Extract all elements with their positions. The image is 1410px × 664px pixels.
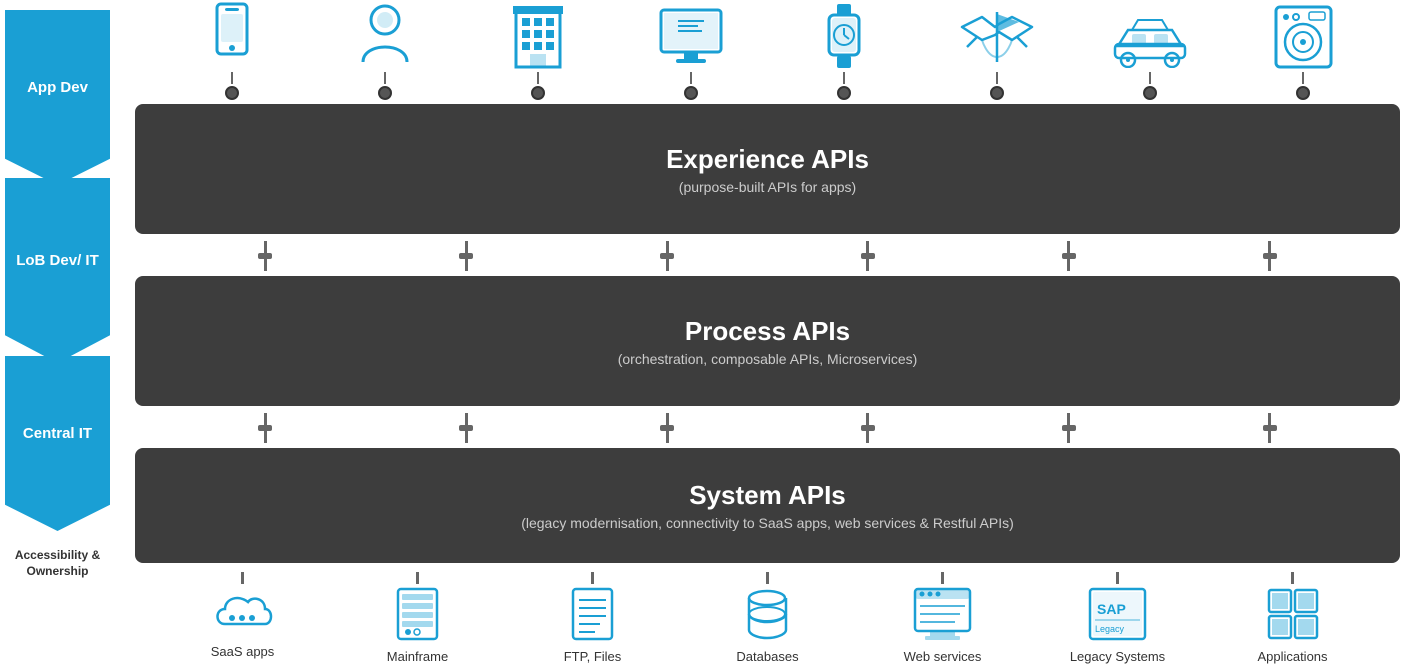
chevron-app-dev: App Dev	[5, 10, 110, 185]
car-icon	[1110, 8, 1190, 68]
car-icon-item	[1090, 8, 1210, 100]
bottom-icons-row: SaaS apps Mainframe	[155, 572, 1380, 664]
database-icon	[740, 584, 795, 644]
mobile-device-icon-item	[172, 2, 292, 100]
legacy-icon: SAP Legacy	[1085, 584, 1150, 644]
web-services-item: Web services	[883, 572, 1003, 664]
chevron-container: App Dev LoB Dev/ IT Central IT Accessibi…	[0, 0, 120, 580]
content-area: Experience APIs (purpose-built APIs for …	[130, 0, 1410, 664]
watch-icon	[819, 2, 869, 72]
applications-icon	[1263, 584, 1323, 644]
chevron-app-dev-label: App Dev	[19, 79, 96, 96]
cloud-icon	[210, 584, 275, 639]
system-apis-block: System APIs (legacy modernisation, conne…	[135, 448, 1400, 563]
connectors-mid-1	[135, 238, 1400, 274]
desktop-icon-item	[631, 2, 751, 100]
main-container: App Dev LoB Dev/ IT Central IT Accessibi…	[0, 0, 1410, 664]
mobile-icon	[207, 2, 257, 72]
mainframe-item: Mainframe	[358, 572, 478, 664]
databases-item: Databases	[708, 572, 828, 664]
washer-icon-item	[1243, 2, 1363, 100]
pin-11	[1009, 413, 1129, 443]
user-icon	[355, 2, 415, 72]
saas-apps-item: SaaS apps	[183, 572, 303, 659]
webservices-icon	[910, 584, 975, 644]
left-sidebar: App Dev LoB Dev/ IT Central IT Accessibi…	[0, 0, 130, 664]
pin-8	[406, 413, 526, 443]
chevron-central-it-label: Central IT	[15, 425, 100, 442]
bottom-section: SaaS apps Mainframe	[135, 572, 1400, 664]
ftp-label: FTP, Files	[564, 649, 622, 664]
pin-9	[607, 413, 727, 443]
databases-label: Databases	[736, 649, 798, 664]
chevron-central-it: Central IT	[5, 356, 110, 531]
experience-apis-title: Experience APIs	[666, 144, 869, 175]
process-apis-subtitle: (orchestration, composable APIs, Microse…	[618, 351, 918, 367]
pin-1	[205, 241, 325, 271]
building-icon-item	[478, 2, 598, 100]
svg-text:SAP: SAP	[1097, 601, 1126, 617]
top-icons-row	[135, 0, 1400, 100]
files-icon	[565, 584, 620, 644]
process-apis-title: Process APIs	[618, 316, 918, 347]
mainframe-icon	[390, 584, 445, 644]
chevron-lob-dev-label: LoB Dev/ IT	[8, 252, 107, 269]
pin-4	[808, 241, 928, 271]
connectors-mid-2	[135, 410, 1400, 446]
watch-icon-item	[784, 2, 904, 100]
chevron-lob-dev: LoB Dev/ IT	[5, 178, 110, 363]
pin-5	[1009, 241, 1129, 271]
pin-12	[1210, 413, 1330, 443]
ftp-files-item: FTP, Files	[533, 572, 653, 664]
applications-item: Applications	[1233, 572, 1353, 664]
accessibility-label: Accessibility & Ownership	[5, 548, 110, 579]
pin-2	[406, 241, 526, 271]
handshake-icon-item	[937, 2, 1057, 100]
legacy-label: Legacy Systems	[1070, 649, 1165, 664]
experience-apis-subtitle: (purpose-built APIs for apps)	[666, 179, 869, 195]
pin-3	[607, 241, 727, 271]
api-layers: Experience APIs (purpose-built APIs for …	[135, 100, 1400, 567]
washer-icon	[1271, 2, 1336, 72]
mainframe-label: Mainframe	[387, 649, 448, 664]
building-icon	[508, 2, 568, 72]
pin-7	[205, 413, 325, 443]
user-persona-icon-item	[325, 2, 445, 100]
system-apis-title: System APIs	[521, 480, 1014, 511]
legacy-systems-item: SAP Legacy Legacy Systems	[1058, 572, 1178, 664]
pin-6	[1210, 241, 1330, 271]
pin-10	[808, 413, 928, 443]
system-apis-subtitle: (legacy modernisation, connectivity to S…	[521, 515, 1014, 531]
process-apis-block: Process APIs (orchestration, composable …	[135, 276, 1400, 406]
applications-label: Applications	[1257, 649, 1327, 664]
saas-label: SaaS apps	[211, 644, 275, 659]
web-services-label: Web services	[904, 649, 982, 664]
experience-apis-block: Experience APIs (purpose-built APIs for …	[135, 104, 1400, 234]
svg-text:Legacy: Legacy	[1095, 624, 1125, 634]
desktop-icon	[656, 2, 726, 72]
handshake-icon	[957, 2, 1037, 72]
